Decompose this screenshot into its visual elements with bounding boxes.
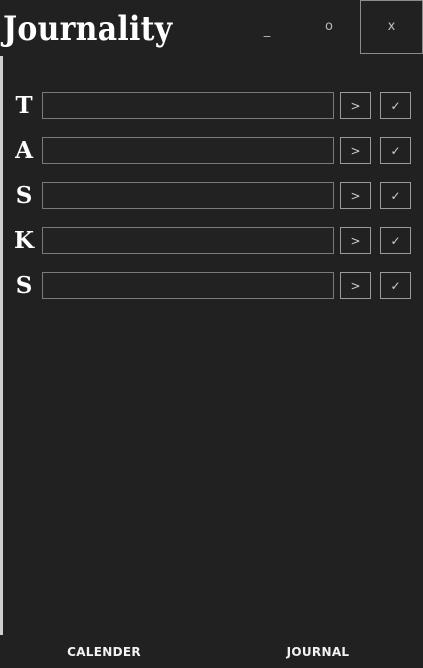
task-input[interactable] [42, 182, 334, 209]
minimize-button[interactable]: _ [242, 0, 292, 54]
task-letter: S [15, 182, 33, 209]
complete-button[interactable]: ✓ [380, 92, 411, 119]
complete-button[interactable]: ✓ [380, 182, 411, 209]
complete-button[interactable]: ✓ [380, 137, 411, 164]
task-row: T > ✓ [0, 92, 423, 119]
close-button[interactable]: x [360, 0, 423, 54]
task-input[interactable] [42, 272, 334, 299]
calender-tab[interactable]: CALENDER [44, 641, 164, 663]
task-letter: T [15, 92, 33, 119]
task-row: A > ✓ [0, 137, 423, 164]
forward-button[interactable]: > [340, 227, 371, 254]
task-letter: K [14, 227, 34, 254]
forward-button[interactable]: > [340, 92, 371, 119]
forward-button[interactable]: > [340, 182, 371, 209]
maximize-button[interactable]: o [304, 0, 354, 54]
app-title: Journality [3, 9, 173, 49]
complete-button[interactable]: ✓ [380, 272, 411, 299]
task-row: S > ✓ [0, 182, 423, 209]
task-row: K > ✓ [0, 227, 423, 254]
task-input[interactable] [42, 227, 334, 254]
journal-tab[interactable]: JOURNAL [258, 641, 378, 663]
task-letter: S [15, 272, 33, 299]
forward-button[interactable]: > [340, 272, 371, 299]
task-input[interactable] [42, 92, 334, 119]
task-row: S > ✓ [0, 272, 423, 299]
complete-button[interactable]: ✓ [380, 227, 411, 254]
task-letter: A [15, 137, 33, 164]
forward-button[interactable]: > [340, 137, 371, 164]
task-input[interactable] [42, 137, 334, 164]
